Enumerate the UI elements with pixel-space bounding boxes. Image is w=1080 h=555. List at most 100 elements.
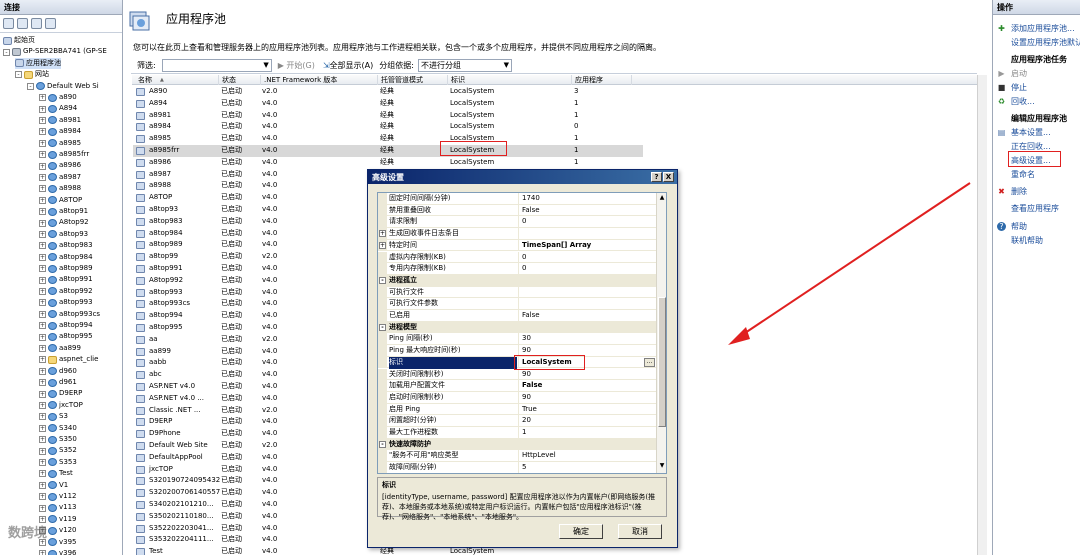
table-row[interactable]: a8985frr 已启动 v4.0 经典 LocalSystem 1 — [133, 145, 643, 157]
tree-item[interactable]: + S353 — [39, 457, 77, 468]
tree-item[interactable]: + a8top993 — [39, 297, 93, 308]
table-row[interactable]: a8984 已启动 v4.0 经典 LocalSystem 0 — [133, 121, 643, 133]
tree-item[interactable]: + a8985 — [39, 138, 81, 149]
action-link[interactable]: 启动 — [1011, 68, 1027, 79]
tree-item[interactable]: + S340 — [39, 423, 77, 434]
property-value[interactable]: 0 — [518, 216, 643, 229]
property-value[interactable]: TimeSpan[] Array — [518, 239, 643, 252]
action-link[interactable]: 查看应用程序 — [1011, 203, 1059, 214]
expand-icon[interactable]: + — [39, 185, 46, 193]
expand-icon[interactable]: + — [39, 504, 46, 512]
property-value[interactable] — [518, 228, 643, 240]
table-row[interactable]: A894 已启动 v4.0 经典 LocalSystem 1 — [133, 98, 643, 110]
property-row[interactable]: 禁用重叠回收 False — [378, 204, 656, 217]
tree-item[interactable]: + aspnet_clie — [39, 354, 98, 365]
tree-item[interactable]: + aa899 — [39, 343, 81, 354]
expand-icon[interactable]: + — [39, 413, 46, 421]
start-button[interactable]: ▶ 开始(G) — [278, 60, 315, 71]
collapse-icon[interactable]: - — [379, 440, 386, 448]
show-all-button[interactable]: ⇲全部显示(A) — [323, 60, 373, 71]
tree-item[interactable]: 应用程序池 — [15, 57, 61, 70]
tree-item[interactable]: + a8981 — [39, 115, 81, 126]
property-value[interactable]: False — [518, 310, 643, 322]
property-value[interactable]: 5 — [518, 462, 643, 473]
property-row[interactable]: "服务不可用"响应类型 HttpLevel — [378, 450, 656, 463]
tree-item[interactable]: + a8top992 — [39, 286, 93, 297]
collapse-icon[interactable]: - — [15, 71, 22, 79]
expand-icon[interactable]: + — [39, 116, 46, 124]
expand-icon[interactable]: + — [39, 253, 46, 261]
ok-button[interactable]: 确定 — [559, 524, 603, 539]
expand-icon[interactable]: + — [39, 230, 46, 238]
tree-item[interactable]: + A894 — [39, 103, 77, 114]
property-value[interactable]: 1740 — [518, 193, 643, 205]
property-value[interactable]: 20 — [518, 415, 643, 427]
tree-item[interactable]: + a8top983 — [39, 240, 93, 251]
expand-icon[interactable]: + — [39, 470, 46, 478]
property-row[interactable]: 请求限制 0 — [378, 216, 656, 229]
tree-item[interactable]: + a8985frr — [39, 149, 89, 160]
table-row[interactable]: a8986 已启动 v4.0 经典 LocalSystem 1 — [133, 157, 643, 169]
property-row[interactable]: 可执行文件 — [378, 286, 656, 299]
scroll-thumb[interactable] — [658, 297, 666, 427]
property-value[interactable] — [518, 298, 643, 310]
tree-item[interactable]: + S352 — [39, 445, 77, 456]
property-value[interactable] — [518, 286, 643, 299]
expand-icon[interactable]: + — [39, 242, 46, 250]
action-link[interactable]: 停止 — [1011, 82, 1027, 93]
tree-item[interactable]: + Test — [39, 468, 73, 479]
property-row[interactable]: Ping 间隔(秒) 30 — [378, 333, 656, 346]
expand-icon[interactable]: + — [39, 265, 46, 273]
tree-item[interactable]: + d960 — [39, 366, 77, 377]
close-button[interactable]: X — [663, 172, 674, 182]
tree-item[interactable]: + S350 — [39, 434, 77, 445]
property-value[interactable]: 90 — [518, 391, 643, 404]
tree-item[interactable]: 起始页 — [3, 35, 35, 46]
property-grid-scrollbar[interactable]: ▲ ▼ — [656, 193, 666, 473]
expand-icon[interactable]: + — [39, 379, 46, 387]
expand-icon[interactable]: + — [39, 333, 46, 341]
tree-item[interactable]: + a8top994 — [39, 320, 93, 331]
collapse-icon[interactable]: - — [379, 276, 386, 284]
property-value[interactable]: 0 — [518, 251, 643, 264]
action-link[interactable]: 回收... — [1011, 96, 1035, 107]
property-row[interactable]: 关闭时间限制(秒) 90 — [378, 368, 656, 381]
action-link[interactable]: 帮助 — [1011, 221, 1027, 232]
property-row[interactable]: 最大工作进程数 1 — [378, 427, 656, 439]
tree-item[interactable]: + a8top993cs — [39, 309, 100, 320]
tree-item[interactable]: + a8987 — [39, 172, 81, 183]
property-row[interactable]: + 特定时间 TimeSpan[] Array — [378, 239, 656, 252]
scroll-down-icon[interactable]: ▼ — [657, 461, 666, 471]
action-link[interactable]: 添加应用程序池... — [1011, 23, 1075, 34]
group-by-select[interactable]: 不进行分组 ▼ — [417, 58, 512, 72]
tree-item[interactable]: + a8top995 — [39, 331, 93, 342]
tree-item[interactable]: + a890 — [39, 92, 77, 103]
table-row[interactable]: a8985 已启动 v4.0 经典 LocalSystem 1 — [133, 133, 643, 145]
expand-icon[interactable]: + — [39, 162, 46, 170]
property-category[interactable]: - 进程模型 — [378, 321, 656, 334]
up-icon[interactable] — [31, 18, 42, 29]
expand-icon[interactable]: + — [39, 550, 46, 555]
action-link[interactable]: 联机帮助 — [1011, 235, 1043, 246]
property-value[interactable]: 0 — [518, 263, 643, 275]
expand-icon[interactable]: + — [39, 105, 46, 113]
tree-item[interactable]: + jxcTOP — [39, 400, 83, 411]
scroll-up-icon[interactable]: ▲ — [657, 193, 666, 203]
tree-item[interactable]: - 网站 — [15, 69, 49, 80]
expand-icon[interactable]: + — [39, 390, 46, 398]
property-value[interactable]: HttpLevel — [518, 450, 643, 463]
column-header-cell[interactable]: 状态 — [219, 75, 261, 85]
expand-icon[interactable]: + — [379, 230, 386, 238]
property-category[interactable]: - 进程孤立 — [378, 274, 656, 287]
property-row[interactable]: 专用内存限制(KB) 0 — [378, 263, 656, 275]
tree-item[interactable]: + a8top93 — [39, 229, 88, 240]
property-row[interactable]: 已启用 False — [378, 310, 656, 322]
connect-icon[interactable] — [3, 18, 14, 29]
property-row[interactable]: 闲置超时(分钟) 20 — [378, 415, 656, 427]
expand-icon[interactable]: + — [39, 310, 46, 318]
expand-icon[interactable]: + — [39, 139, 46, 147]
disconnect-icon[interactable] — [45, 18, 56, 29]
action-link[interactable]: 删除 — [1011, 186, 1027, 197]
action-link[interactable]: 设置应用程序池默认 — [1011, 37, 1080, 48]
property-row[interactable]: 加载用户配置文件 False — [378, 380, 656, 392]
